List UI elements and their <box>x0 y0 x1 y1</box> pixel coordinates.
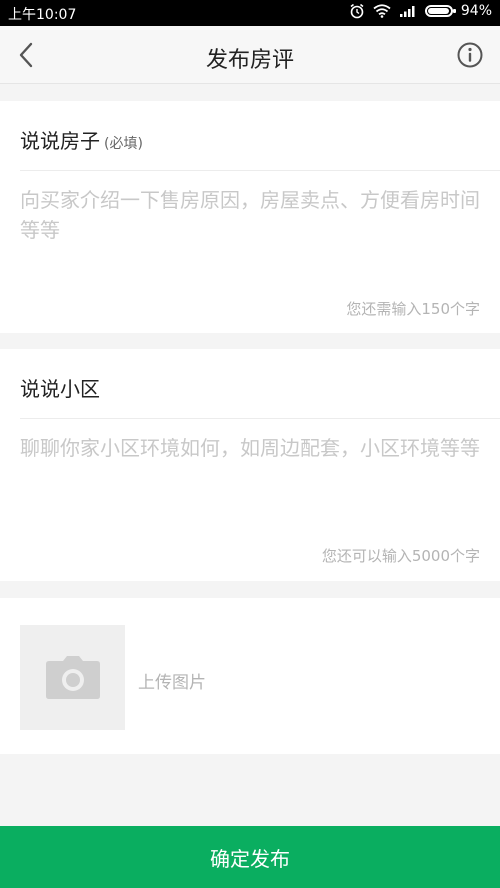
community-review-input[interactable]: 聊聊你家小区环境如何，如周边配套，小区环境等等 <box>20 433 480 463</box>
info-circle-icon[interactable] <box>456 41 484 69</box>
signal-icon <box>399 6 415 17</box>
house-review-section: 说说房子 (必填) 向买家介绍一下售房原因，房屋卖点、方便看房时间等等 您还需输入… <box>0 101 500 333</box>
alarm-icon <box>350 3 364 19</box>
community-char-counter: 您还可以输入5000个字 <box>321 547 480 565</box>
house-char-counter: 您还需输入150个字 <box>346 300 480 318</box>
upload-section: 上传图片 <box>0 598 500 754</box>
status-bar: 上午10:07 94% <box>0 0 500 26</box>
camera-icon <box>45 655 100 699</box>
upload-image-button[interactable] <box>20 625 125 730</box>
wifi-icon <box>373 4 391 18</box>
house-section-title: 说说房子 (必填) <box>20 125 143 154</box>
page-title: 发布房评 <box>205 48 294 73</box>
status-time: 上午10:07 <box>8 7 77 23</box>
status-icons: 94% <box>349 3 492 19</box>
header: 发布房评 <box>0 26 500 84</box>
upload-image-label[interactable]: 上传图片 <box>138 668 206 693</box>
community-section-title: 说说小区 <box>20 377 100 401</box>
submit-button[interactable]: 确定发布 <box>0 826 500 888</box>
required-tag: (必填) <box>104 136 143 152</box>
divider <box>20 418 500 419</box>
divider <box>20 170 500 171</box>
house-section-title-text: 说说房子 <box>20 129 100 153</box>
battery-icon <box>424 5 456 17</box>
battery-percent: 94% <box>460 3 492 19</box>
house-review-input[interactable]: 向买家介绍一下售房原因，房屋卖点、方便看房时间等等 <box>20 185 480 245</box>
community-review-section: 说说小区 聊聊你家小区环境如何，如周边配套，小区环境等等 您还可以输入5000个… <box>0 349 500 581</box>
